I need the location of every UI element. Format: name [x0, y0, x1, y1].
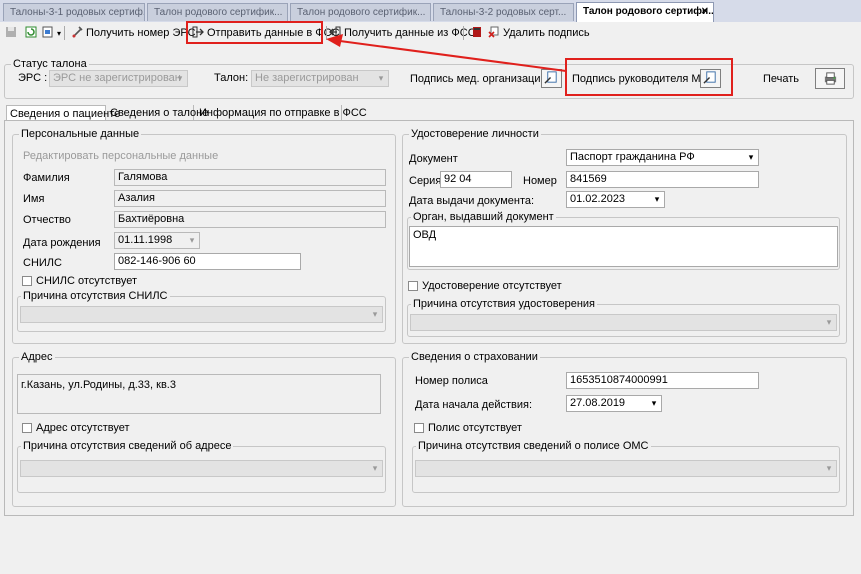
address-value: г.Казань, ул.Родины, д.33, кв.3 [21, 379, 176, 391]
patronymic-field[interactable]: Бахтиёровна [114, 211, 386, 228]
policy-absent-checkbox[interactable] [414, 423, 424, 433]
document-combo[interactable]: Паспорт гражданина РФ ▾ [566, 149, 759, 166]
chevron-down-icon: ▾ [189, 235, 195, 245]
chevron-down-icon: ▾ [748, 152, 754, 162]
chevron-down-icon: ▾ [372, 463, 378, 473]
snils-absent-checkbox[interactable] [22, 276, 32, 286]
address-field[interactable]: г.Казань, ул.Родины, д.33, кв.3 [17, 374, 381, 414]
document-value: Паспорт гражданина РФ [570, 151, 695, 163]
issue-date-value: 01.02.2023 [570, 193, 626, 205]
dob-label: Дата рождения [23, 237, 101, 249]
issue-date-label: Дата выдачи документа: [409, 195, 535, 207]
chevron-down-icon: ▾ [826, 463, 832, 473]
identity-absent-checkbox[interactable] [408, 281, 418, 291]
policy-field[interactable]: 1653510874000991 [566, 372, 759, 389]
chevron-down-icon: ▾ [826, 317, 832, 327]
chevron-down-icon: ▾ [651, 398, 657, 408]
surname-field[interactable]: Галямова [114, 169, 386, 186]
number-field[interactable]: 841569 [566, 171, 759, 188]
identity-reason-combo[interactable]: ▾ [410, 314, 837, 331]
policy-reason-combo[interactable]: ▾ [415, 460, 837, 477]
policy-start-picker[interactable]: 27.08.2019 ▾ [566, 395, 662, 412]
insurance-title: Сведения о страховании [409, 351, 540, 363]
issuer-field[interactable]: ОВД [409, 226, 838, 267]
chevron-down-icon: ▾ [372, 309, 378, 319]
address-absent-label: Адрес отсутствует [36, 422, 130, 434]
name-field[interactable]: Азалия [114, 190, 386, 207]
address-reason-title: Причина отсутствия сведений об адресе [21, 440, 234, 452]
snils-value: 082-146-906 60 [118, 255, 196, 267]
number-label: Номер [523, 175, 557, 187]
address-title: Адрес [19, 351, 55, 363]
number-value: 841569 [570, 173, 607, 185]
snils-reason-title: Причина отсутствия СНИЛС [21, 290, 170, 302]
edit-personal-data-link[interactable]: Редактировать персональные данные [23, 149, 218, 163]
snils-absent-label: СНИЛС отсутствует [36, 275, 138, 287]
surname-value: Галямова [118, 171, 168, 183]
address-absent-checkbox[interactable] [22, 423, 32, 433]
snils-field[interactable]: 082-146-906 60 [114, 253, 301, 270]
personal-data-title: Персональные данные [19, 128, 142, 140]
policy-label: Номер полиса [415, 375, 488, 387]
dob-field[interactable]: 01.11.1998 ▾ [114, 232, 200, 249]
name-label: Имя [23, 193, 45, 205]
chevron-down-icon: ▾ [654, 194, 660, 204]
series-value: 92 04 [444, 173, 472, 185]
identity-title: Удостоверение личности [409, 128, 541, 140]
policy-value: 1653510874000991 [570, 374, 668, 386]
policy-start-value: 27.08.2019 [570, 397, 626, 409]
series-label: Серия [409, 175, 442, 187]
identity-absent-label: Удостоверение отсутствует [422, 280, 562, 292]
policy-start-label: Дата начала действия: [415, 399, 533, 411]
policy-reason-title: Причина отсутствия сведений о полисе ОМС [416, 440, 651, 452]
issuer-title: Орган, выдавший документ [411, 211, 556, 223]
series-field[interactable]: 92 04 [440, 171, 512, 188]
patronymic-label: Отчество [23, 214, 71, 226]
annotation-arrow [326, 34, 567, 72]
patronymic-value: Бахтиёровна [118, 213, 185, 225]
identity-reason-title: Причина отсутствия удостоверения [411, 298, 597, 310]
document-label: Документ [409, 153, 458, 165]
address-reason-combo[interactable]: ▾ [20, 460, 383, 477]
policy-absent-label: Полис отсутствует [428, 422, 522, 434]
dob-value: 01.11.1998 [118, 234, 173, 246]
snils-reason-combo[interactable]: ▾ [20, 306, 383, 323]
issue-date-picker[interactable]: 01.02.2023 ▾ [566, 191, 665, 208]
issuer-value: ОВД [413, 229, 437, 241]
snils-label: СНИЛС [23, 257, 62, 269]
surname-label: Фамилия [23, 172, 70, 184]
name-value: Азалия [118, 192, 156, 204]
